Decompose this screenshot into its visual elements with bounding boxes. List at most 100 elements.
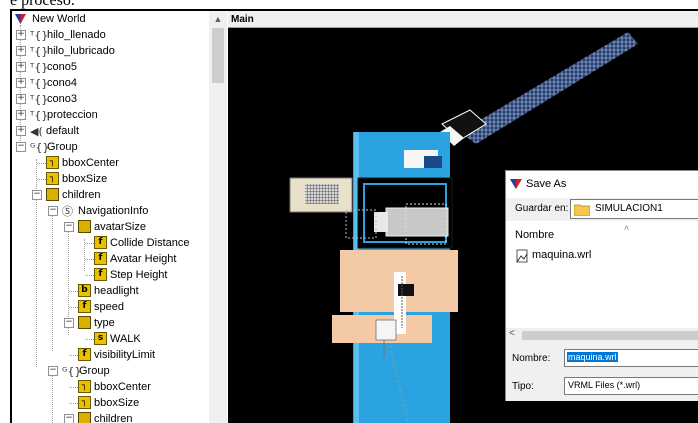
- transform-node-icon: ᵀ{}: [30, 29, 49, 42]
- tree-item-label: proteccion: [47, 109, 98, 121]
- multi-field-icon: [78, 220, 91, 233]
- tree-item-label: type: [94, 317, 115, 329]
- tree-item-label: WALK: [110, 333, 141, 345]
- multi-field-icon: [78, 412, 91, 423]
- scroll-up-arrow-icon[interactable]: ▲: [209, 11, 227, 27]
- single-field-icon: f: [78, 300, 91, 313]
- collapse-toggle-icon[interactable]: −: [48, 206, 58, 216]
- save-in-combo[interactable]: SIMULACION1: [570, 199, 698, 219]
- transform-node-icon: ᵀ{}: [30, 109, 49, 122]
- vrml-app-icon: [510, 179, 522, 189]
- hose: [460, 32, 638, 144]
- tree-guide: [69, 403, 78, 404]
- dialog-titlebar[interactable]: Save As: [506, 171, 698, 198]
- transform-node-icon: ᵀ{}: [30, 61, 49, 74]
- file-list[interactable]: Nombre ˄ maquina.wrl: [506, 221, 698, 329]
- filetype-value: VRML Files (*.wrl): [568, 380, 641, 390]
- tree-item-label: bboxCenter: [94, 381, 151, 393]
- transform-node-icon: ᵀ{}: [30, 93, 49, 106]
- tree-item-label: default: [46, 125, 80, 137]
- vector-field-icon: ┐: [46, 172, 59, 185]
- expand-toggle-icon[interactable]: +: [16, 62, 26, 72]
- tree-item-label: hilo_llenado: [47, 29, 106, 41]
- transform-node-icon: ᵀ{}: [30, 77, 49, 90]
- tree-item-label: Group: [79, 365, 110, 377]
- tree-item-label: visibilityLimit: [94, 349, 156, 361]
- tree-item-label: headlight: [94, 285, 139, 297]
- expand-toggle-icon[interactable]: +: [16, 126, 26, 136]
- string-field-icon: s: [94, 332, 107, 345]
- viewpoint-icon: ◀(: [30, 125, 43, 138]
- tree-item-label: Avatar Height: [110, 253, 177, 265]
- collapse-toggle-icon[interactable]: −: [64, 318, 74, 328]
- expand-toggle-icon[interactable]: +: [16, 78, 26, 88]
- tree-guide: [85, 259, 94, 260]
- hscroll-thumb[interactable]: [522, 331, 698, 340]
- file-name: maquina.wrl: [532, 249, 592, 261]
- main-view-title: Main: [228, 11, 698, 28]
- tree-item-label: children: [94, 413, 133, 423]
- save-in-label: Guardar en:: [515, 203, 569, 214]
- filename-input[interactable]: maquina.wrl: [564, 349, 698, 367]
- vector-field-icon: ┐: [46, 156, 59, 169]
- tree-item-label: NavigationInfo: [78, 205, 149, 217]
- vrml-world-icon: [15, 14, 26, 24]
- single-field-icon: f: [94, 236, 107, 249]
- save-in-value: SIMULACION1: [595, 203, 663, 214]
- multi-field-icon: [46, 188, 59, 201]
- transform-node-icon: ᵀ{}: [30, 45, 49, 58]
- tree-guide: [37, 163, 46, 164]
- tree-guide: [85, 275, 94, 276]
- vector-field-icon: ┐: [78, 396, 91, 409]
- tree-item-label: cono3: [47, 93, 77, 105]
- vector-field-icon: ┐: [78, 380, 91, 393]
- tree-guide: [69, 307, 78, 308]
- filetype-label: Tipo:: [512, 381, 534, 392]
- collapse-toggle-icon[interactable]: −: [64, 222, 74, 232]
- filetype-select[interactable]: VRML Files (*.wrl): [564, 377, 698, 395]
- collapse-toggle-icon[interactable]: −: [32, 190, 42, 200]
- expand-toggle-icon[interactable]: +: [16, 110, 26, 120]
- file-list-hscroll[interactable]: <: [506, 328, 698, 343]
- single-field-icon: f: [78, 348, 91, 361]
- scroll-left-arrow-icon[interactable]: <: [509, 328, 515, 339]
- tree-item-label: Collide Distance: [110, 237, 190, 249]
- tree-guide: [85, 339, 94, 340]
- single-field-icon: f: [94, 252, 107, 265]
- tree-item-label: bboxSize: [94, 397, 140, 409]
- tree-guide: [52, 207, 53, 351]
- scroll-thumb[interactable]: [212, 28, 224, 83]
- tree-guide: [69, 387, 78, 388]
- sort-caret-icon: ˄: [624, 223, 630, 233]
- bool-field-icon: b: [78, 284, 91, 297]
- expand-toggle-icon[interactable]: +: [16, 94, 26, 104]
- expand-toggle-icon[interactable]: +: [16, 30, 26, 40]
- tree-item-label: Group: [47, 141, 78, 153]
- tree-guide: [85, 243, 94, 244]
- tree-item-label: speed: [94, 301, 124, 313]
- column-header-name[interactable]: Nombre: [515, 229, 554, 241]
- navigation-info-icon: Ⓢ: [62, 205, 73, 218]
- collapse-toggle-icon[interactable]: −: [48, 366, 58, 376]
- filename-value: maquina.wrl: [567, 352, 618, 362]
- filename-label: Nombre:: [512, 353, 551, 364]
- tree-item-label: bboxCenter: [62, 157, 119, 169]
- tree-guide: [69, 355, 78, 356]
- collapse-toggle-icon[interactable]: −: [16, 142, 26, 152]
- tree-scrollbar[interactable]: ▲: [209, 11, 227, 423]
- tree-item-label: bboxSize: [62, 173, 108, 185]
- folder-icon: [574, 204, 590, 216]
- collapse-toggle-icon[interactable]: −: [64, 414, 74, 423]
- tree-item-label: hilo_lubricado: [47, 45, 115, 57]
- save-as-dialog[interactable]: Save As Guardar en: SIMULACION1 Nombre ˄…: [505, 170, 698, 401]
- expand-toggle-icon[interactable]: +: [16, 46, 26, 56]
- tree-guide: [69, 291, 78, 292]
- single-field-icon: f: [94, 268, 107, 281]
- tree-item-label: children: [62, 189, 101, 201]
- tree-root-label: New World: [32, 13, 86, 25]
- dialog-title: Save As: [526, 178, 567, 190]
- tree-item-label: cono5: [47, 61, 77, 73]
- tree-item-label: Step Height: [110, 269, 168, 281]
- scene-tree[interactable]: New World + ᵀ{} hilo_llenado + ᵀ{} hilo_lubri…: [12, 11, 209, 423]
- tree-item-label: cono4: [47, 77, 77, 89]
